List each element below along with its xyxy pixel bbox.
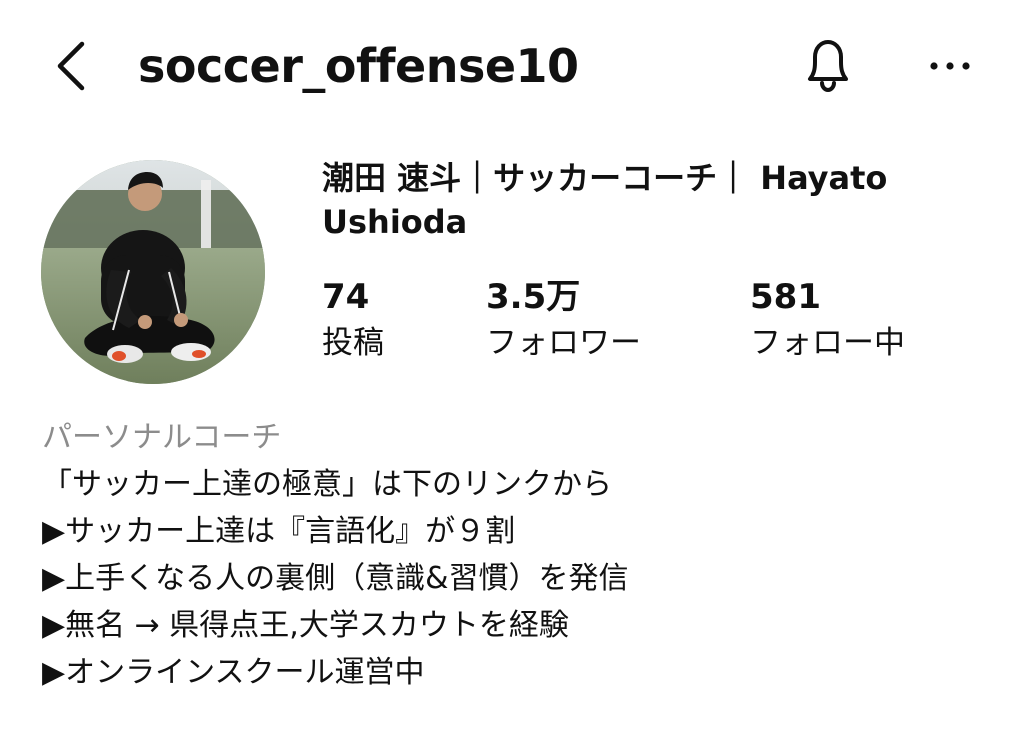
bio-line: ▶オンラインスクール運営中 — [42, 655, 425, 690]
stat-following-label: フォロー中 — [750, 325, 905, 361]
profile-display-name: 潮田 速斗｜サッカーコーチ｜ Hayato Ushioda — [322, 159, 888, 241]
stat-followers[interactable]: 3.5万 フォロワー — [486, 274, 641, 366]
profile-avatar[interactable] — [41, 160, 265, 384]
bio-line: ▶サッカー上達は『言語化』が９割 — [42, 514, 516, 549]
stat-followers-value: 3.5万 — [486, 277, 581, 317]
profile-category: パーソナルコーチ — [42, 420, 282, 455]
notifications-button[interactable] — [796, 32, 860, 98]
stat-posts-value: 74 — [322, 277, 370, 317]
more-options-button[interactable] — [922, 44, 978, 88]
bio-line: ▶上手くなる人の裏側（意識&習慣）を発信 — [42, 561, 629, 596]
stat-posts-label: 投稿 — [322, 325, 384, 361]
profile-username: soccer_offense10 — [138, 39, 579, 93]
more-horizontal-icon — [930, 62, 970, 70]
stat-following-value: 581 — [750, 277, 821, 317]
avatar-photo — [41, 160, 265, 384]
profile-bio: パーソナルコーチ 「サッカー上達の極意」は下のリンクから ▶サッカー上達は『言語… — [42, 414, 1002, 696]
bio-line: ▶無名 → 県得点王,大学スカウトを経験 — [42, 608, 569, 643]
stat-followers-label: フォロワー — [486, 325, 641, 361]
stat-following[interactable]: 581 フォロー中 — [750, 274, 905, 366]
chevron-left-icon — [57, 41, 85, 91]
stat-posts[interactable]: 74 投稿 — [322, 274, 384, 366]
bio-line: 「サッカー上達の極意」は下のリンクから — [42, 467, 612, 502]
bell-icon — [808, 40, 848, 93]
back-button[interactable] — [44, 34, 100, 98]
